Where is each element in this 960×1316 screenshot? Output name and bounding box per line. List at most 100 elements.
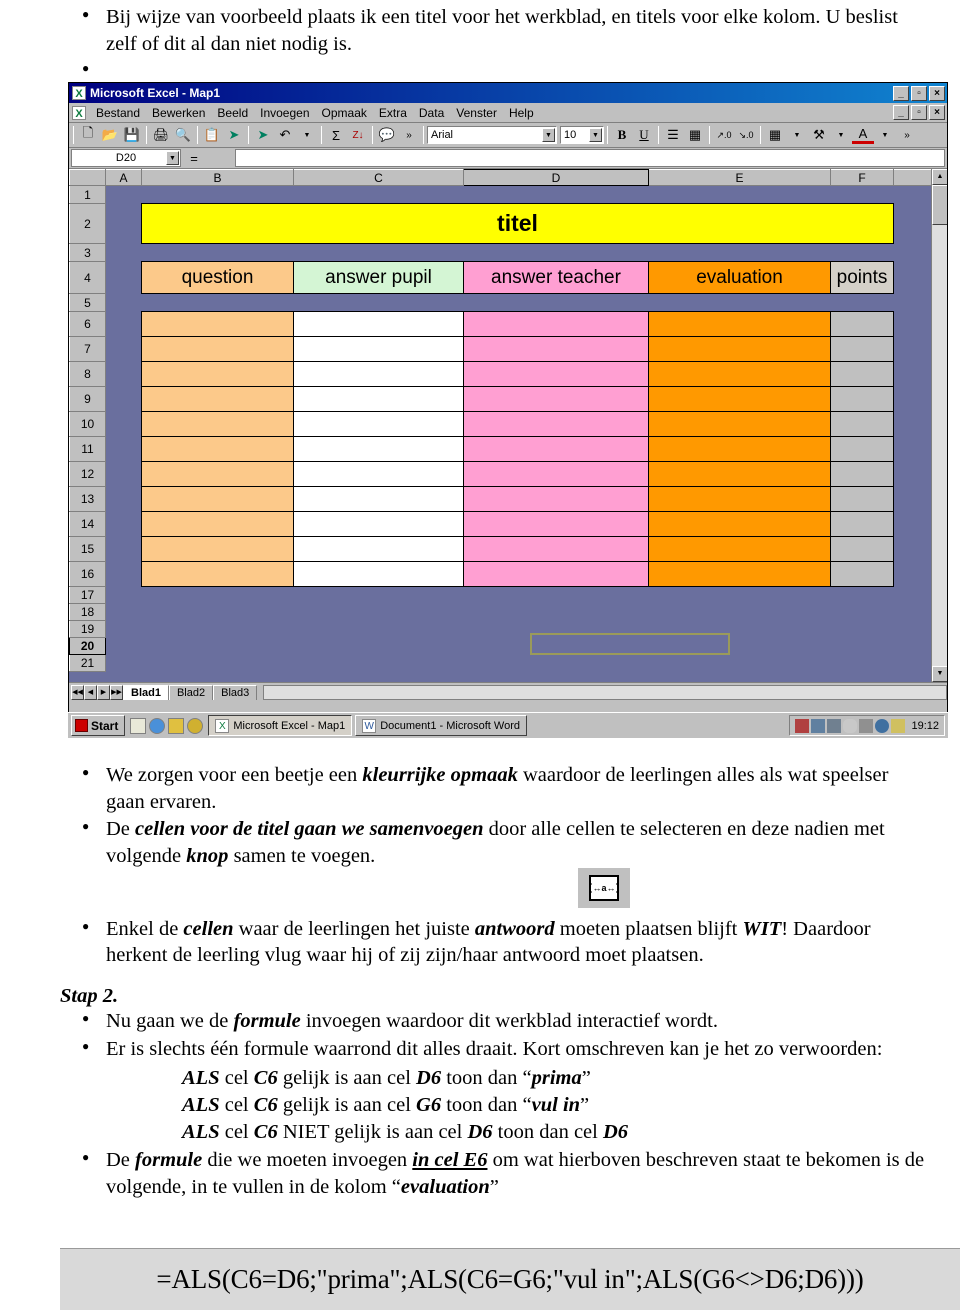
mouse-icon[interactable]	[843, 718, 858, 733]
cell-e17[interactable]	[648, 586, 831, 604]
cell-a21[interactable]	[105, 654, 142, 672]
menu-item-data[interactable]: Data	[413, 105, 450, 121]
print-preview-icon[interactable]: 🔍	[172, 125, 194, 146]
merge-cells-icon[interactable]: ▦	[684, 125, 706, 146]
select-all-button[interactable]	[69, 169, 106, 186]
cell-d17[interactable]	[463, 586, 649, 604]
row-header-6[interactable]: 6	[69, 311, 106, 337]
cell-f13[interactable]	[830, 486, 894, 512]
merged-title-cell[interactable]: titel	[141, 203, 894, 244]
cell-g15[interactable]	[893, 536, 934, 562]
sort-za-icon[interactable]: Z↓	[347, 125, 369, 146]
menu-item-invoegen[interactable]: Invoegen	[254, 105, 315, 121]
doc-restore-button[interactable]: ▫	[911, 105, 927, 120]
cell-c1[interactable]	[293, 185, 464, 204]
scrollbar-track[interactable]	[932, 185, 947, 666]
font-color-icon[interactable]: A	[852, 126, 874, 144]
column-header-b[interactable]: B	[141, 169, 294, 186]
display-icon[interactable]	[875, 718, 890, 733]
toolbar-more-icon[interactable]: »	[398, 125, 420, 146]
row-header-10[interactable]: 10	[69, 411, 106, 437]
row-header-11[interactable]: 11	[69, 436, 106, 462]
sheet-tab-blad2[interactable]: Blad2	[168, 685, 214, 700]
cell-e8[interactable]	[648, 361, 831, 387]
menu-item-opmaak[interactable]: Opmaak	[316, 105, 373, 121]
prev-sheet-button[interactable]: ◀	[84, 685, 97, 700]
cell-c20[interactable]	[293, 637, 464, 655]
last-sheet-button[interactable]: ▶▶	[110, 685, 123, 700]
formula-input[interactable]	[235, 149, 945, 167]
cell-e21[interactable]	[648, 654, 831, 672]
cell-a2[interactable]	[105, 203, 142, 244]
cell-g18[interactable]	[893, 603, 934, 621]
cell-f7[interactable]	[830, 336, 894, 362]
cell-e7[interactable]	[648, 336, 831, 362]
align-icon[interactable]: ☰	[662, 125, 684, 146]
cell-f15[interactable]	[830, 536, 894, 562]
cell-c19[interactable]	[293, 620, 464, 638]
header-cell-evaluation[interactable]: evaluation	[648, 261, 831, 294]
menu-item-help[interactable]: Help	[503, 105, 540, 121]
fill-color-icon[interactable]: ⚒	[808, 125, 830, 146]
cell-c17[interactable]	[293, 586, 464, 604]
open-icon[interactable]: 📂	[99, 125, 121, 146]
cell-f6[interactable]	[830, 311, 894, 337]
cell-b18[interactable]	[141, 603, 294, 621]
cell-c21[interactable]	[293, 654, 464, 672]
menu-item-venster[interactable]: Venster	[450, 105, 503, 121]
cell-e15[interactable]	[648, 536, 831, 562]
cell-a18[interactable]	[105, 603, 142, 621]
cell-b7[interactable]	[141, 336, 294, 362]
cell-b14[interactable]	[141, 511, 294, 537]
font-size-combobox[interactable]: 10 ▼	[560, 126, 604, 144]
decrease-decimal-icon[interactable]: ↘.0	[735, 125, 757, 146]
cell-b19[interactable]	[141, 620, 294, 638]
internet-explorer-icon[interactable]	[149, 717, 166, 734]
network-icon[interactable]	[827, 718, 842, 733]
restore-button[interactable]: ▫	[911, 85, 927, 101]
cell-g7[interactable]	[893, 336, 934, 362]
cell-f5[interactable]	[830, 293, 894, 312]
cell-c8[interactable]	[293, 361, 464, 387]
header-cell-answer-pupil[interactable]: answer pupil	[293, 261, 464, 294]
underline-button[interactable]: U	[633, 125, 655, 146]
row-header-19[interactable]: 19	[69, 620, 106, 638]
scrollbar-thumb[interactable]	[932, 185, 947, 225]
cell-e16[interactable]	[648, 561, 831, 587]
chevron-down-icon[interactable]: ▼	[874, 125, 896, 146]
cell-c14[interactable]	[293, 511, 464, 537]
cell-b6[interactable]	[141, 311, 294, 337]
doc-minimize-button[interactable]: _	[893, 105, 909, 120]
cell-e3[interactable]	[648, 243, 831, 262]
close-button[interactable]: ×	[929, 85, 945, 101]
cell-a6[interactable]	[105, 311, 142, 337]
cell-a5[interactable]	[105, 293, 142, 312]
cell-a1[interactable]	[105, 185, 142, 204]
cell-g19[interactable]	[893, 620, 934, 638]
cell-c6[interactable]	[293, 311, 464, 337]
cell-c15[interactable]	[293, 536, 464, 562]
row-header-5[interactable]: 5	[69, 293, 106, 312]
row-header-17[interactable]: 17	[69, 586, 106, 604]
cell-c16[interactable]	[293, 561, 464, 587]
column-header-c[interactable]: C	[293, 169, 464, 186]
cell-f10[interactable]	[830, 411, 894, 437]
cell-f11[interactable]	[830, 436, 894, 462]
cell-g17[interactable]	[893, 586, 934, 604]
cell-b1[interactable]	[141, 185, 294, 204]
cell-c5[interactable]	[293, 293, 464, 312]
bold-button[interactable]: B	[611, 125, 633, 146]
chevron-down-icon[interactable]: ▼	[542, 128, 555, 142]
row-header-2[interactable]: 2	[69, 203, 106, 244]
increase-decimal-icon[interactable]: ↗.0	[713, 125, 735, 146]
cell-d5[interactable]	[463, 293, 649, 312]
cell-c9[interactable]	[293, 386, 464, 412]
cell-b12[interactable]	[141, 461, 294, 487]
menu-item-extra[interactable]: Extra	[373, 105, 413, 121]
taskbar-item-word[interactable]: W Document1 - Microsoft Word	[355, 715, 528, 736]
cell-g16[interactable]	[893, 561, 934, 587]
cell-d13[interactable]	[463, 486, 649, 512]
cell-d12[interactable]	[463, 461, 649, 487]
cell-g13[interactable]	[893, 486, 934, 512]
row-header-14[interactable]: 14	[69, 511, 106, 537]
